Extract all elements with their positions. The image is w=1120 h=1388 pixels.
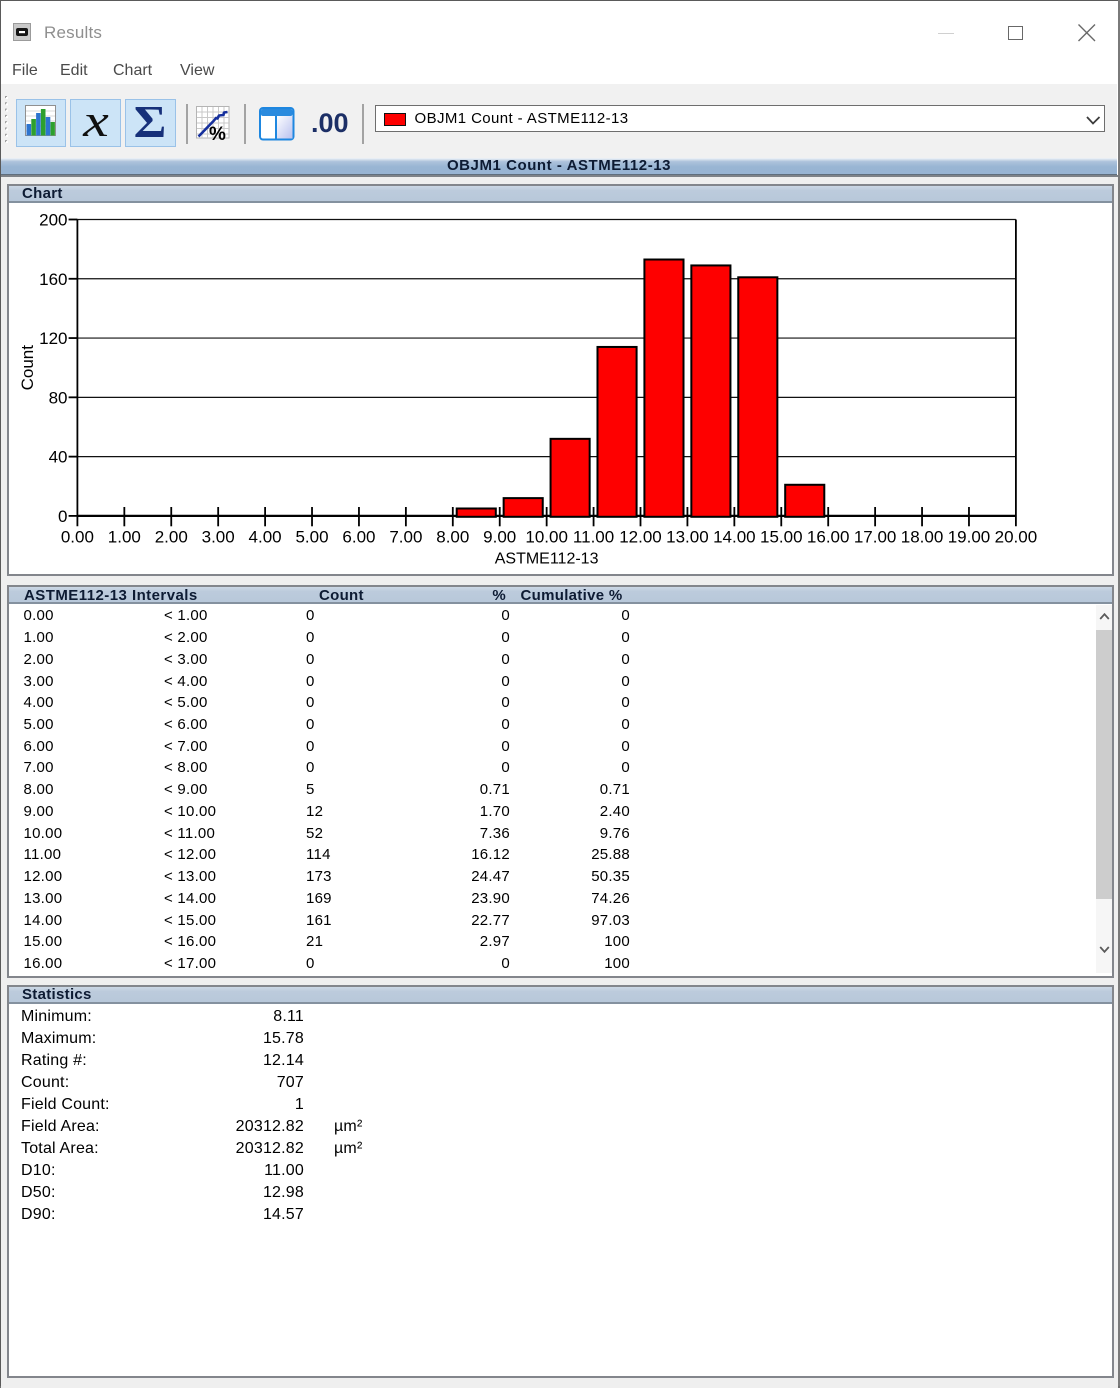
svg-text:19.00: 19.00 bbox=[948, 528, 991, 547]
svg-text:3.00: 3.00 bbox=[202, 528, 235, 547]
svg-text:6.00: 6.00 bbox=[342, 528, 375, 547]
svg-text:11.00: 11.00 bbox=[573, 528, 614, 547]
svg-text:4.00: 4.00 bbox=[249, 528, 282, 547]
svg-text:80: 80 bbox=[49, 388, 68, 407]
svg-text:17.00: 17.00 bbox=[854, 528, 897, 547]
svg-text:16.00: 16.00 bbox=[807, 528, 850, 547]
svg-text:12.00: 12.00 bbox=[619, 528, 662, 547]
svg-text:120: 120 bbox=[39, 329, 67, 348]
svg-text:10.00: 10.00 bbox=[525, 528, 568, 547]
svg-text:5.00: 5.00 bbox=[295, 528, 328, 547]
svg-text:8.00: 8.00 bbox=[436, 528, 469, 547]
svg-text:2.00: 2.00 bbox=[155, 528, 188, 547]
svg-text:0.00: 0.00 bbox=[61, 528, 94, 547]
svg-text:1.00: 1.00 bbox=[108, 528, 141, 547]
svg-text:%: % bbox=[209, 124, 226, 141]
svg-text:14.00: 14.00 bbox=[713, 528, 756, 547]
svg-text:13.00: 13.00 bbox=[666, 528, 709, 547]
svg-text:200: 200 bbox=[39, 211, 67, 230]
svg-text:Count: Count bbox=[18, 345, 37, 391]
svg-text:160: 160 bbox=[39, 270, 67, 289]
svg-text:0: 0 bbox=[58, 507, 67, 526]
svg-text:18.00: 18.00 bbox=[901, 528, 944, 547]
svg-text:20.00: 20.00 bbox=[995, 528, 1038, 547]
svg-text:40: 40 bbox=[49, 448, 68, 467]
svg-text:9.00: 9.00 bbox=[483, 528, 516, 547]
svg-text:ASTME112-13: ASTME112-13 bbox=[495, 551, 599, 568]
svg-text:15.00: 15.00 bbox=[760, 528, 803, 547]
svg-text:7.00: 7.00 bbox=[389, 528, 422, 547]
